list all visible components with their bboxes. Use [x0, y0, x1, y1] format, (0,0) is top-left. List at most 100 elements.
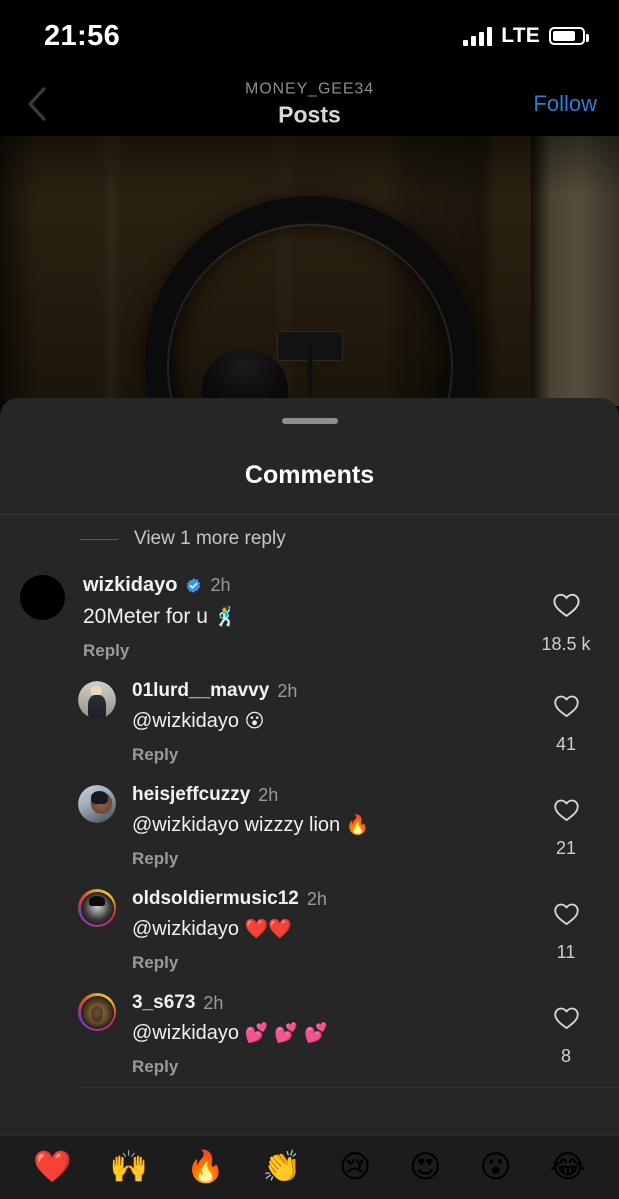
comment-username[interactable]: heisjeffcuzzy — [132, 785, 250, 804]
nav-title-group: MONEY_GEE34 Posts — [0, 80, 619, 128]
emoji-heart-eyes[interactable]: 😍 — [409, 1152, 441, 1183]
more-replies-label: View 1 more reply — [134, 528, 286, 549]
avatar[interactable] — [78, 785, 116, 824]
cellular-signal-icon — [463, 26, 493, 46]
emoji-fire[interactable]: 🔥 — [186, 1152, 225, 1183]
comments-title: Comments — [0, 461, 619, 515]
heart-icon[interactable] — [553, 797, 580, 822]
comment-meta: oldsoldiermusic12 2h — [132, 889, 525, 908]
comment-meta: wizkidayo 2h — [83, 575, 525, 595]
comment-like-group[interactable]: 11 — [535, 889, 597, 963]
comment-row[interactable]: wizkidayo 2h 20Meter for u 🕺 Reply 18.5 … — [0, 563, 619, 671]
emoji-crying-face[interactable]: 😢 — [339, 1152, 371, 1183]
reply-button[interactable]: Reply — [132, 1057, 525, 1077]
comment-username[interactable]: 01lurd__mavvy — [132, 681, 269, 700]
reply-button[interactable]: Reply — [132, 953, 525, 973]
comment-timestamp: 2h — [306, 888, 327, 909]
sheet-drag-handle[interactable] — [281, 418, 338, 424]
avatar-image — [78, 681, 116, 720]
comment-meta: heisjeffcuzzy 2h — [132, 785, 525, 804]
navigation-bar: MONEY_GEE34 Posts Follow — [0, 72, 619, 136]
network-type-label: LTE — [501, 24, 540, 47]
comment-row[interactable]: 01lurd__mavvy 2h @wizkidayo 😮 Reply 41 — [0, 671, 619, 775]
comment-text: 20Meter for u 🕺 — [83, 604, 525, 630]
like-count: 11 — [556, 942, 576, 963]
comment-emoji: 😮 — [244, 710, 265, 733]
comment-body: 3_s673 2h @wizkidayo 💕 💕 💕 Reply — [132, 993, 535, 1077]
avatar-image — [78, 785, 116, 824]
instagram-post-comments-screen: 21:56 LTE MONEY_GEE34 Posts Follow Comme… — [0, 0, 619, 1199]
reply-button[interactable]: Reply — [132, 745, 525, 765]
comment-like-group[interactable]: 21 — [535, 785, 597, 859]
comment-body: wizkidayo 2h 20Meter for u 🕺 Reply — [83, 575, 535, 661]
avatar-with-story-ring[interactable] — [78, 889, 116, 928]
comment-body: oldsoldiermusic12 2h @wizkidayo ❤️❤️ Rep… — [132, 889, 535, 973]
heart-icon[interactable] — [552, 591, 581, 618]
reply-button[interactable]: Reply — [132, 849, 525, 869]
comment-timestamp: 2h — [203, 992, 224, 1013]
avatar-with-story-ring[interactable] — [78, 993, 116, 1032]
comment-text-body: @wizkidayo wizzzy lion — [132, 814, 341, 837]
comment-like-group[interactable]: 8 — [535, 993, 597, 1067]
comment-text-body: @wizkidayo — [132, 1022, 240, 1045]
like-count: 41 — [555, 734, 577, 755]
comment-like-group[interactable]: 41 — [535, 681, 597, 755]
comment-username[interactable]: wizkidayo — [83, 575, 177, 595]
emoji-open-mouth[interactable]: 😮 — [479, 1152, 511, 1183]
avatar-image — [20, 575, 65, 620]
comment-text: @wizkidayo ❤️❤️ — [132, 917, 525, 942]
heart-icon[interactable] — [553, 1005, 580, 1030]
status-bar-clock: 21:56 — [44, 19, 121, 52]
heart-icon[interactable] — [553, 901, 580, 926]
comment-text-body: @wizkidayo — [132, 918, 240, 941]
comment-body: 01lurd__mavvy 2h @wizkidayo 😮 Reply — [132, 681, 535, 765]
comment-text: @wizkidayo wizzzy lion 🔥 — [132, 813, 525, 838]
comment-body: heisjeffcuzzy 2h @wizkidayo wizzzy lion … — [132, 785, 535, 869]
account-handle: MONEY_GEE34 — [244, 80, 375, 98]
media-top-gradient — [0, 136, 619, 406]
comment-text: @wizkidayo 😮 — [132, 709, 525, 734]
comment-emoji: 🕺 — [213, 606, 238, 628]
avatar-image — [80, 995, 114, 1029]
follow-button[interactable]: Follow — [533, 91, 597, 117]
comment-username[interactable]: 3_s673 — [132, 993, 195, 1012]
avatar-image — [80, 891, 114, 925]
emoji-tears-of-joy[interactable]: 😂 — [550, 1152, 586, 1183]
like-count: 18.5 k — [541, 634, 591, 654]
avatar[interactable] — [20, 575, 65, 620]
emoji-clapping-hands[interactable]: 👏 — [263, 1152, 302, 1183]
comments-list[interactable]: View 1 more reply wizkidayo 2h 20Meter f… — [0, 515, 619, 1089]
like-count: 21 — [555, 838, 577, 859]
status-bar-indicators: LTE — [463, 24, 589, 48]
comment-text-body: 20Meter for u — [83, 605, 208, 628]
comment-text-body: @wizkidayo — [132, 710, 240, 733]
emoji-quick-bar[interactable]: ❤️ 🙌 🔥 👏 😢 😍 😮 😂 — [0, 1135, 619, 1199]
reply-button[interactable]: Reply — [83, 641, 525, 661]
comment-timestamp: 2h — [258, 784, 279, 805]
avatar[interactable] — [78, 681, 116, 720]
comment-username[interactable]: oldsoldiermusic12 — [132, 889, 299, 908]
comment-row[interactable]: heisjeffcuzzy 2h @wizkidayo wizzzy lion … — [0, 775, 619, 879]
comment-meta: 01lurd__mavvy 2h — [132, 681, 525, 700]
comment-emoji: ❤️❤️ — [244, 918, 292, 941]
emoji-red-heart[interactable]: ❤️ — [33, 1152, 72, 1183]
verified-badge-icon — [187, 577, 201, 593]
comment-row[interactable]: 3_s673 2h @wizkidayo 💕 💕 💕 Reply 8 — [0, 983, 619, 1087]
battery-icon — [549, 27, 589, 45]
page-title: Posts — [278, 101, 341, 128]
list-divider — [78, 1087, 619, 1089]
emoji-raising-hands[interactable]: 🙌 — [109, 1152, 148, 1183]
post-media-backdrop[interactable] — [0, 136, 619, 406]
comment-meta: 3_s673 2h — [132, 993, 525, 1012]
comment-emoji: 🔥 — [345, 814, 370, 837]
comment-like-group[interactable]: 18.5 k — [535, 575, 597, 655]
comments-sheet: Comments View 1 more reply wizkidayo 2h … — [0, 398, 619, 1135]
comment-emoji: 💕 💕 💕 — [244, 1022, 328, 1045]
view-more-replies-button[interactable]: View 1 more reply — [0, 515, 619, 563]
like-count: 8 — [560, 1046, 571, 1067]
comment-text: @wizkidayo 💕 💕 💕 — [132, 1021, 525, 1046]
heart-icon[interactable] — [553, 693, 580, 718]
comment-timestamp: 2h — [277, 680, 298, 701]
comment-row[interactable]: oldsoldiermusic12 2h @wizkidayo ❤️❤️ Rep… — [0, 879, 619, 983]
comment-timestamp: 2h — [210, 575, 231, 595]
